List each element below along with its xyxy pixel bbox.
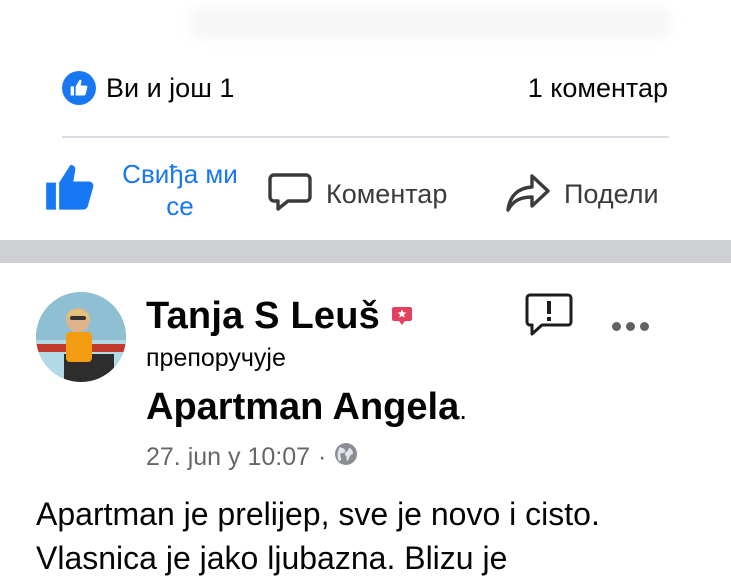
post-separator	[0, 240, 731, 263]
post-meta: 27. jun у 10:07 ·	[146, 440, 358, 474]
previous-post-fragment	[0, 0, 731, 50]
like-reaction-icon	[62, 71, 96, 105]
reactions-text: Ви и још 1	[106, 72, 235, 103]
thumbs-up-icon	[44, 162, 96, 219]
comment-button[interactable]: Коментар	[266, 168, 447, 221]
recommend-badge-icon	[390, 304, 414, 328]
like-button[interactable]: Свиђа ми се	[44, 158, 250, 222]
post-date[interactable]: 27. jun у 10:07	[146, 443, 310, 472]
author-name[interactable]: Tanja S Leuš	[146, 295, 380, 338]
divider	[62, 136, 669, 138]
post-author: Tanja S Leuš	[146, 292, 414, 340]
page-name-link[interactable]: Apartman Angela	[146, 386, 459, 428]
comments-count-link[interactable]: 1 коментар	[528, 70, 668, 106]
like-label-line1: Свиђа ми	[122, 159, 238, 189]
more-options-icon[interactable]	[612, 322, 649, 331]
like-label-line2: се	[166, 191, 194, 221]
share-button[interactable]: Подели	[504, 168, 659, 221]
page-suffix: .	[459, 394, 467, 425]
share-arrow-icon	[504, 168, 552, 221]
comment-bubble-icon	[266, 168, 314, 221]
post-body: Apartman je prelijep, sve je novo i cist…	[36, 496, 600, 576]
blurred-content	[190, 8, 670, 38]
reactions-summary[interactable]: Ви и још 1	[62, 70, 234, 106]
meta-separator: ·	[318, 442, 327, 471]
avatar[interactable]	[36, 292, 126, 382]
recommended-page: Apartman Angela.	[146, 386, 467, 429]
comment-label: Коментар	[326, 179, 448, 209]
recommends-text: препоручује	[146, 344, 286, 372]
share-label: Подели	[564, 179, 659, 209]
report-icon[interactable]	[524, 292, 574, 345]
globe-icon	[334, 442, 358, 473]
